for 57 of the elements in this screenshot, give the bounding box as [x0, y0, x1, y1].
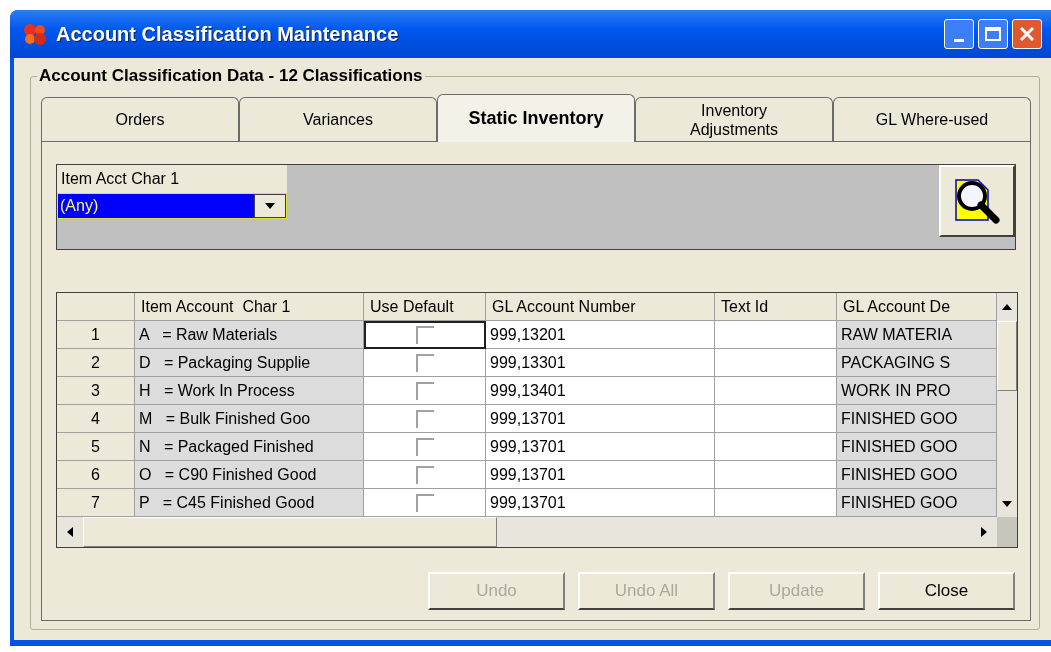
column-header[interactable]: GL Account De [837, 293, 997, 321]
table-cell: RAW MATERIA [837, 321, 997, 349]
table-cell: 999,13701 [486, 433, 715, 461]
table-cell: H = Work In Process [135, 377, 364, 405]
column-header[interactable]: Item Account Char 1 [135, 293, 364, 321]
dialog-button[interactable]: Close [878, 572, 1015, 610]
close-button[interactable] [1012, 19, 1042, 49]
filter-dropdown[interactable]: (Any) [57, 193, 287, 219]
maximize-button[interactable] [978, 19, 1008, 49]
close-icon [1019, 26, 1035, 42]
row-number: 2 [57, 349, 135, 377]
table-cell: 999,13701 [486, 405, 715, 433]
tab[interactable]: Static Inventory [437, 94, 635, 142]
table-cell: 999,13701 [486, 461, 715, 489]
row-number: 1 [57, 321, 135, 349]
column-header[interactable]: Use Default [364, 293, 486, 321]
table-cell: P = C45 Finished Good [135, 489, 364, 517]
tab[interactable]: GL Where-used [833, 97, 1031, 141]
horizontal-scrollbar[interactable] [57, 517, 1017, 547]
table-cell: PACKAGING S [837, 349, 997, 377]
scroll-left-icon[interactable] [67, 527, 73, 537]
row-number: 7 [57, 489, 135, 517]
scroll-down-icon[interactable] [1002, 501, 1012, 507]
table-cell: 999,13401 [486, 377, 715, 405]
column-header[interactable]: Text Id [715, 293, 837, 321]
caret-icon [265, 203, 275, 209]
column-header[interactable]: GL Account Number [486, 293, 715, 321]
table-cell: O = C90 Finished Good [135, 461, 364, 489]
search-button[interactable] [939, 165, 1015, 237]
app-icon [22, 22, 48, 46]
window-title: Account Classification Maintenance [56, 22, 399, 47]
table-cell: FINISHED GOO [837, 433, 997, 461]
row-number: 5 [57, 433, 135, 461]
table-cell: 999,13701 [486, 489, 715, 517]
tab[interactable]: Orders [41, 97, 239, 141]
table-cell: FINISHED GOO [837, 405, 997, 433]
row-number: 4 [57, 405, 135, 433]
table-cell: A = Raw Materials [135, 321, 364, 349]
row-number: 6 [57, 461, 135, 489]
tab[interactable]: Inventory Adjustments [635, 97, 833, 141]
table-cell: FINISHED GOO [837, 461, 997, 489]
scroll-up-icon[interactable] [1002, 304, 1012, 310]
scroll-right-icon[interactable] [981, 527, 987, 537]
row-number: 3 [57, 377, 135, 405]
vertical-scrollbar[interactable] [997, 293, 1017, 517]
table-cell: N = Packaged Finished [135, 433, 364, 461]
table-cell: 999,13301 [486, 349, 715, 377]
minimize-button[interactable] [944, 19, 974, 49]
table-cell: WORK IN PRO [837, 377, 997, 405]
checkbox[interactable] [415, 325, 434, 344]
table-cell: M = Bulk Finished Goo [135, 405, 364, 433]
table-cell: 999,13201 [486, 321, 715, 349]
table-cell: FINISHED GOO [837, 489, 997, 517]
table-cell: D = Packaging Supplie [135, 349, 364, 377]
filter-label: Item Acct Char 1 [57, 165, 287, 193]
tab[interactable]: Variances [239, 97, 437, 141]
scrollbar-corner [997, 517, 1017, 547]
